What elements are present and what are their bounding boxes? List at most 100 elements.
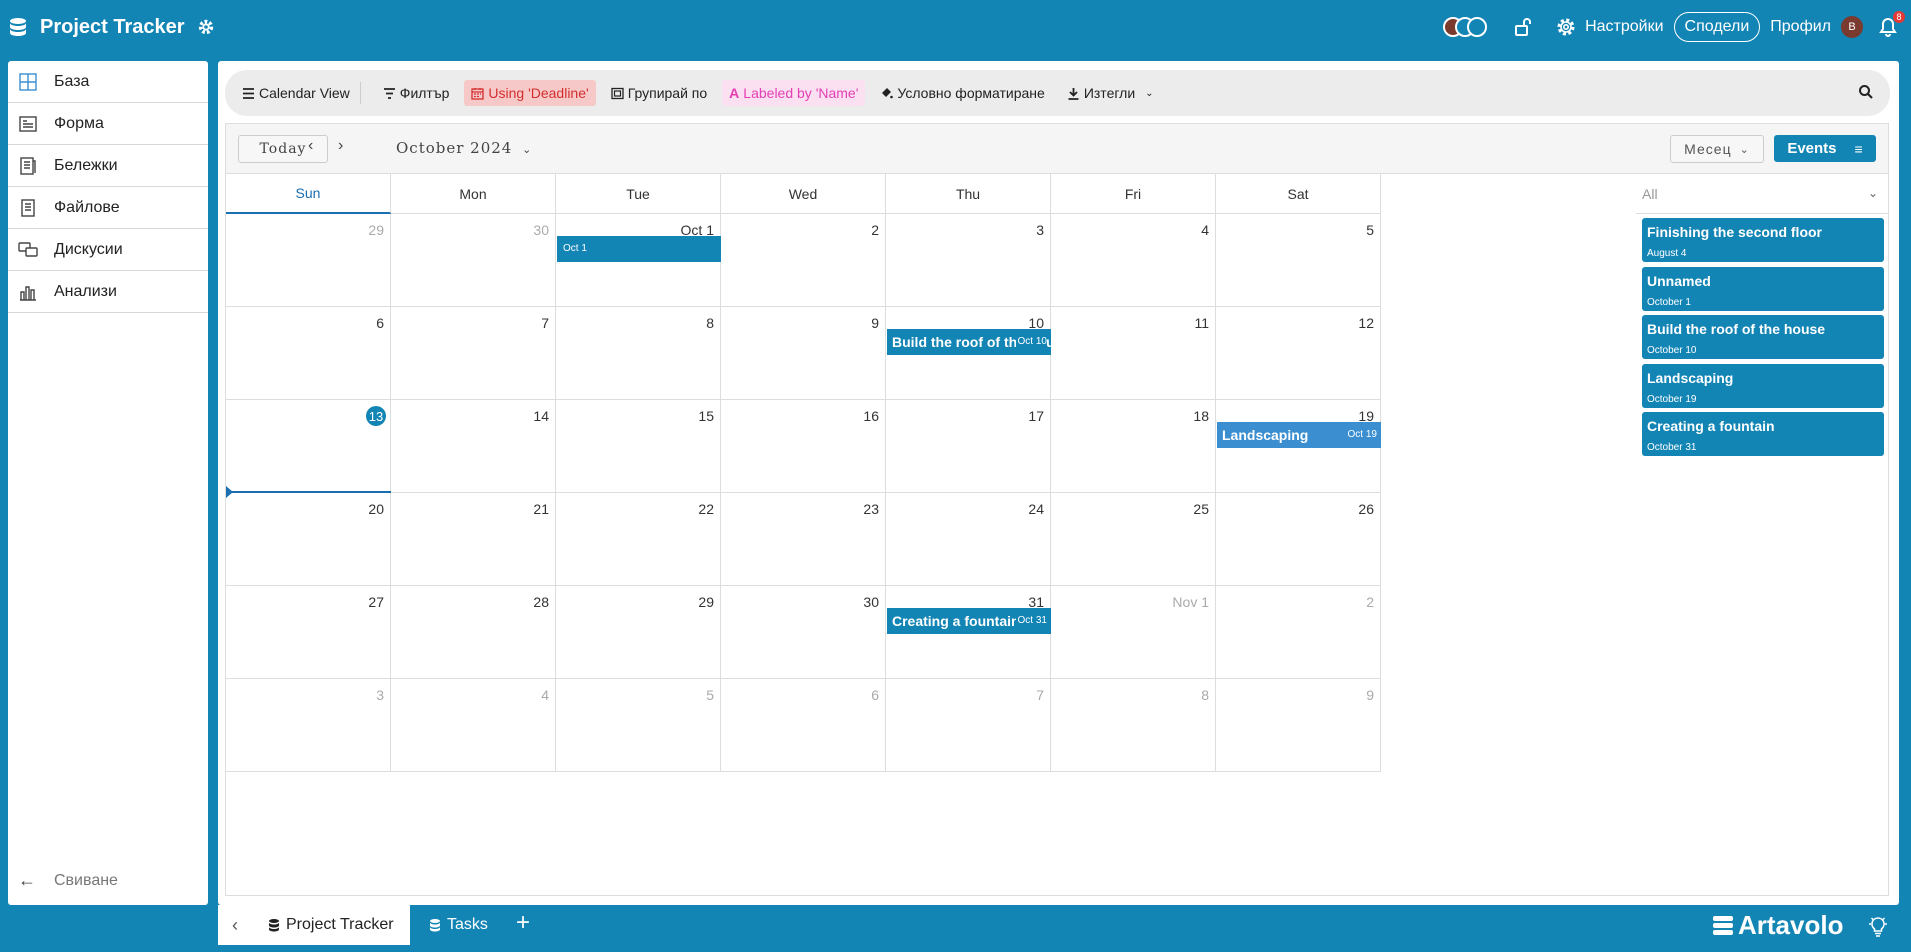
settings-button[interactable]: Настройки — [1555, 16, 1664, 38]
sidebar-item-notes[interactable]: Бележки — [8, 145, 208, 187]
event-card-date: October 1 — [1647, 296, 1691, 308]
view-mode-select[interactable]: Месец ⌄ — [1670, 135, 1764, 163]
add-tab-button[interactable]: + — [516, 909, 530, 937]
day-cell[interactable]: 8 — [556, 307, 721, 400]
day-cell[interactable]: 21 — [391, 493, 556, 586]
calendar-event[interactable]: Oct 1 — [557, 236, 721, 262]
day-cell[interactable]: 2 — [721, 214, 886, 307]
sidebar-item-label: Форма — [54, 114, 104, 132]
chevron-down-icon: ⌄ — [1145, 87, 1154, 99]
day-cell[interactable]: 12 — [1216, 307, 1381, 400]
profile-button[interactable]: Профил В — [1770, 16, 1863, 38]
day-cell[interactable]: 28 — [391, 586, 556, 679]
collapse-label: Свиване — [54, 871, 118, 889]
day-cell[interactable]: 22 — [556, 493, 721, 586]
day-cell[interactable]: 5 — [556, 679, 721, 772]
sidebar-item-analytics[interactable]: Анализи — [8, 271, 208, 313]
day-cell[interactable]: 18 — [1051, 400, 1216, 493]
date-field-button[interactable]: Using 'Deadline' — [464, 80, 596, 106]
event-filter-select[interactable]: All ⌄ — [1636, 174, 1888, 214]
day-cell[interactable]: 5 — [1216, 214, 1381, 307]
download-button[interactable]: Изтегли ⌄ — [1060, 80, 1161, 106]
day-cell[interactable]: 8 — [1051, 679, 1216, 772]
day-cell[interactable]: 25 — [1051, 493, 1216, 586]
notifications-button[interactable]: 8 — [1877, 11, 1905, 38]
sidebar-item-form[interactable]: Форма — [8, 103, 208, 145]
tab-label: Project Tracker — [286, 916, 394, 933]
event-card[interactable]: Creating a fountain October 31 — [1642, 412, 1884, 456]
day-cell[interactable]: 3 — [886, 214, 1051, 307]
month-selector[interactable]: October 2024 ⌄ — [396, 139, 532, 157]
day-cell[interactable]: 29 — [226, 214, 391, 307]
event-filter-label: All — [1642, 186, 1658, 202]
day-cell[interactable]: 16 — [721, 400, 886, 493]
event-card[interactable]: Finishing the second floor August 4 — [1642, 218, 1884, 262]
database-icon — [430, 919, 440, 932]
day-cell[interactable]: 24 — [886, 493, 1051, 586]
date-number: 4 — [541, 687, 549, 703]
prev-month-button[interactable]: ‹ — [308, 137, 313, 155]
day-cell[interactable]: 4 — [1051, 214, 1216, 307]
label-field-button[interactable]: A Labeled by 'Name' — [722, 80, 866, 106]
collapse-sidebar-button[interactable]: ← Свиване — [18, 870, 118, 891]
bottom-tab-bar: ‹ Project Tracker Tasks + Artavolo — [0, 905, 1911, 952]
day-cell[interactable]: 14 — [391, 400, 556, 493]
day-cell[interactable]: Nov 1 — [1051, 586, 1216, 679]
day-cell[interactable]: 7 — [391, 307, 556, 400]
event-card[interactable]: Unnamed October 1 — [1642, 266, 1884, 311]
day-cell[interactable]: 30 — [721, 586, 886, 679]
today-button[interactable]: Today — [238, 135, 328, 163]
day-cell[interactable]: 27 — [226, 586, 391, 679]
filter-icon — [383, 87, 395, 99]
group-by-button[interactable]: Групирай по — [604, 80, 714, 106]
day-cell[interactable]: 11 — [1051, 307, 1216, 400]
sidebar-item-discussions[interactable]: Дискусии — [8, 229, 208, 271]
lightbulb-icon[interactable] — [1868, 915, 1888, 937]
day-cell[interactable]: 17 — [886, 400, 1051, 493]
day-cell[interactable]: 30 — [391, 214, 556, 307]
conditional-format-button[interactable]: Условно форматиране — [873, 80, 1051, 106]
sidebar-item-label: Файлове — [54, 198, 120, 216]
day-cell[interactable]: 26 — [1216, 493, 1381, 586]
next-month-button[interactable]: › — [338, 137, 343, 155]
event-card-title: Landscaping — [1647, 369, 1734, 386]
files-icon — [21, 198, 35, 217]
day-cell[interactable]: 20 — [226, 493, 391, 586]
day-cell[interactable]: 15 — [556, 400, 721, 493]
event-card[interactable]: Landscaping October 19 — [1642, 363, 1884, 408]
unlock-icon[interactable] — [1513, 17, 1533, 37]
day-cell[interactable]: 7 — [886, 679, 1051, 772]
calendar-view-button[interactable]: Calendar View — [235, 77, 368, 109]
filter-label: Филтър — [399, 85, 450, 101]
sidebar-item-base[interactable]: База — [8, 61, 208, 103]
arrow-left-icon: ← — [18, 870, 36, 890]
search-icon[interactable] — [1858, 84, 1874, 100]
tab-tasks[interactable]: Tasks — [413, 905, 504, 945]
day-cell[interactable]: 4 — [391, 679, 556, 772]
chat-icon — [18, 241, 38, 257]
collaborators-icon[interactable] — [1443, 16, 1489, 38]
main-panel: Calendar View Филтър Using 'Deadline' Гр… — [218, 61, 1899, 905]
day-cell[interactable]: 9 — [721, 307, 886, 400]
events-button[interactable]: Events ≡ — [1774, 135, 1876, 162]
day-cell[interactable]: 23 — [721, 493, 886, 586]
share-button[interactable]: Сподели — [1673, 12, 1761, 42]
paint-bucket-icon — [882, 87, 894, 98]
day-cell[interactable]: 13 — [226, 400, 391, 493]
tabs-back-button[interactable]: ‹ — [218, 905, 252, 945]
day-cell[interactable]: 6 — [721, 679, 886, 772]
day-cell[interactable]: 2 — [1216, 586, 1381, 679]
day-cell[interactable]: 6 — [226, 307, 391, 400]
calendar-event[interactable]: Landscaping Oct 19 — [1217, 422, 1381, 448]
calendar-event[interactable]: Build the roof of the houseOct 10 — [887, 329, 1051, 355]
event-card[interactable]: Build the roof of the house October 10 — [1642, 315, 1884, 359]
gear-icon[interactable] — [197, 18, 215, 36]
day-cell[interactable]: 9 — [1216, 679, 1381, 772]
filter-button[interactable]: Филтър — [376, 80, 457, 106]
date-number: 30 — [533, 222, 549, 238]
calendar-event[interactable]: Creating a fountain Oct 31 — [887, 608, 1051, 634]
day-cell[interactable]: 3 — [226, 679, 391, 772]
day-cell[interactable]: 29 — [556, 586, 721, 679]
sidebar-item-files[interactable]: Файлове — [8, 187, 208, 229]
tab-project-tracker[interactable]: Project Tracker — [252, 905, 410, 945]
